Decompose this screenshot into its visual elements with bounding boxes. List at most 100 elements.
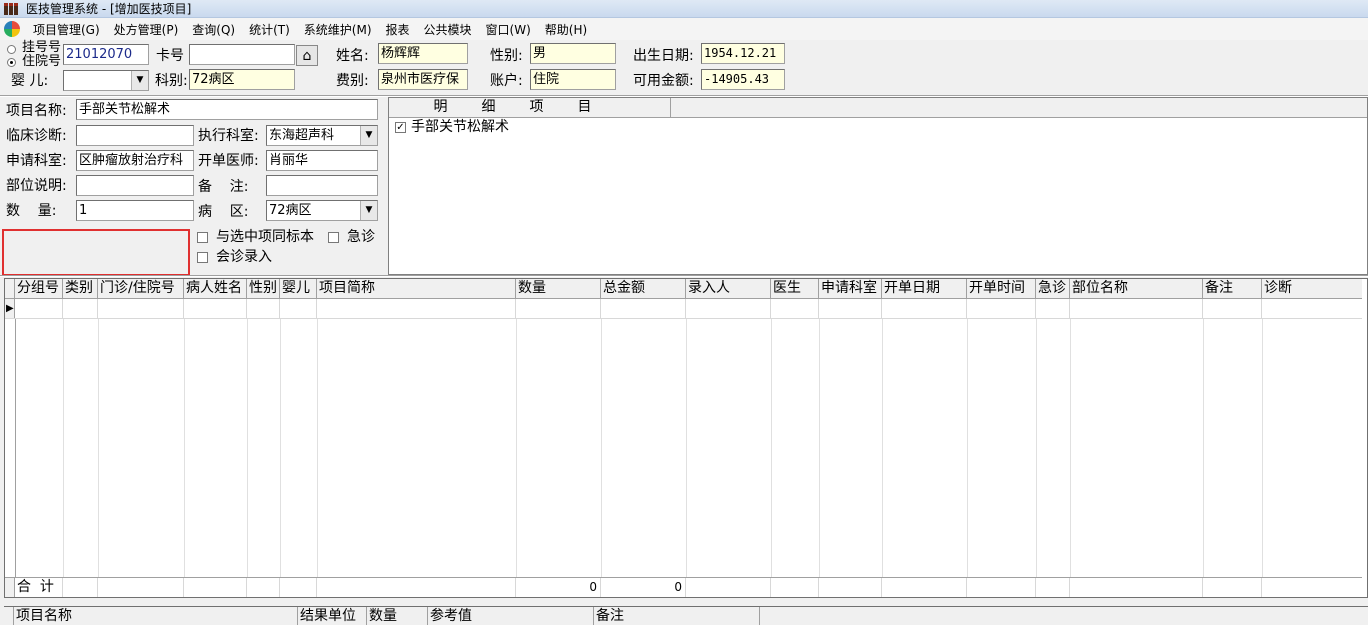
emergency-checkbox[interactable] xyxy=(328,232,339,243)
fee-label: 费别: xyxy=(336,73,369,89)
grid-guide xyxy=(601,319,602,577)
menu-item-public[interactable]: 公共模块 xyxy=(417,21,479,38)
mid-divider xyxy=(0,275,1368,277)
baby-select[interactable]: ▼ xyxy=(63,70,149,91)
birth-label: 出生日期: xyxy=(633,48,694,64)
column-header[interactable]: 项目简称 xyxy=(317,279,516,298)
gender-field: 男 xyxy=(530,43,616,64)
column-header[interactable]: 婴儿 xyxy=(280,279,317,298)
exec-dept-value: 东海超声科 xyxy=(269,128,335,143)
fee-field: 泉州市医疗保 xyxy=(378,69,468,90)
row-indicator-header xyxy=(5,279,15,298)
column-header[interactable]: 诊断 xyxy=(1262,279,1362,298)
column-header[interactable]: 分组号 xyxy=(15,279,63,298)
column-header[interactable]: 门诊/住院号 xyxy=(98,279,184,298)
menu-item-prescription[interactable]: 处方管理(P) xyxy=(107,21,186,38)
detail-header: 明细项目 xyxy=(389,98,1367,118)
same-sample-checkbox[interactable] xyxy=(197,232,208,243)
exec-dept-select[interactable]: 东海超声科 ▼ xyxy=(266,125,378,146)
menu-item-stats[interactable]: 统计(T) xyxy=(242,21,297,38)
apply-dept-label: 申请科室: xyxy=(6,153,67,169)
detail-items-panel[interactable]: 明细项目 ✓ 手部关节松解术 xyxy=(388,97,1368,275)
menu-item-query[interactable]: 查询(Q) xyxy=(185,21,242,38)
column-header[interactable]: 结果单位 xyxy=(298,607,367,625)
menu-item-system[interactable]: 系统维护(M) xyxy=(297,21,379,38)
column-header[interactable]: 数量 xyxy=(367,607,428,625)
menu-item-report[interactable]: 报表 xyxy=(379,21,417,38)
column-header[interactable]: 备注 xyxy=(594,607,760,625)
column-header[interactable]: 部位名称 xyxy=(1070,279,1203,298)
qty-label: 数 量: xyxy=(6,203,57,219)
ward-select[interactable]: 72病区 ▼ xyxy=(266,200,378,221)
column-header[interactable]: 总金额 xyxy=(601,279,686,298)
grid-guide xyxy=(63,319,64,577)
window-titlebar: 医技管理系统 - [增加医技项目] xyxy=(0,0,1368,18)
qty-field[interactable]: 1 xyxy=(76,200,194,221)
diagnosis-field[interactable] xyxy=(76,125,194,146)
grid-guide xyxy=(247,319,248,577)
grid-guide xyxy=(1036,319,1037,577)
column-header[interactable]: 病人姓名 xyxy=(184,279,247,298)
chevron-down-icon[interactable]: ▼ xyxy=(360,126,377,145)
grid-guide xyxy=(15,319,16,577)
app-logo-icon xyxy=(4,21,20,37)
site-field[interactable] xyxy=(76,175,194,196)
result-grid[interactable]: 项目名称 结果单位 数量 参考值 备注 xyxy=(4,606,1368,625)
column-header[interactable]: 开单日期 xyxy=(882,279,967,298)
exec-dept-label: 执行科室: xyxy=(198,128,259,144)
list-item[interactable]: ✓ 手部关节松解术 xyxy=(389,118,1367,137)
column-header[interactable]: 急诊 xyxy=(1036,279,1070,298)
name-label: 姓名: xyxy=(336,48,369,64)
card-label: 卡号 xyxy=(156,48,184,64)
grid-guide xyxy=(184,319,185,577)
grid-guide xyxy=(98,319,99,577)
menu-item-help[interactable]: 帮助(H) xyxy=(538,21,594,38)
item-name-field[interactable]: 手部关节松解术 xyxy=(76,99,378,120)
emergency-label: 急诊 xyxy=(347,229,375,245)
item-name-label: 项目名称: xyxy=(6,103,67,119)
remark-field[interactable] xyxy=(266,175,378,196)
doctor-field[interactable]: 肖丽华 xyxy=(266,150,378,171)
dept-label: 科别: xyxy=(155,73,188,89)
card-reader-button[interactable]: ⌂ xyxy=(296,45,318,66)
column-header[interactable]: 参考值 xyxy=(428,607,594,625)
chevron-down-icon[interactable]: ▼ xyxy=(131,71,148,90)
chevron-down-icon[interactable]: ▼ xyxy=(360,201,377,220)
detail-item-checkbox[interactable]: ✓ xyxy=(395,122,406,133)
inpatient-no-field[interactable]: 21012070 xyxy=(63,44,149,65)
reg-no-radio[interactable] xyxy=(7,45,16,54)
app-icon xyxy=(4,2,18,15)
grid-guide xyxy=(882,319,883,577)
diagnosis-label: 临床诊断: xyxy=(6,128,67,144)
total-qty: 0 xyxy=(516,578,601,597)
result-grid-header: 项目名称 结果单位 数量 参考值 备注 xyxy=(4,607,1368,625)
detail-item-label: 手部关节松解术 xyxy=(411,119,509,135)
order-grid[interactable]: 分组号 类别 门诊/住院号 病人姓名 性别 婴儿 项目简称 数量 总金额 录入人… xyxy=(4,278,1368,598)
apply-dept-field[interactable]: 区肿瘤放射治疗科 xyxy=(76,150,194,171)
column-header[interactable]: 项目名称 xyxy=(14,607,298,625)
column-header[interactable]: 类别 xyxy=(63,279,98,298)
column-header[interactable]: 录入人 xyxy=(686,279,771,298)
grid-guide xyxy=(686,319,687,577)
total-amount: 0 xyxy=(601,578,686,597)
grid-guide xyxy=(1262,319,1263,577)
account-label: 账户: xyxy=(490,73,523,89)
column-header[interactable]: 医生 xyxy=(771,279,819,298)
column-header[interactable]: 性别 xyxy=(247,279,280,298)
column-header[interactable]: 备注 xyxy=(1203,279,1262,298)
inpatient-no-radio[interactable] xyxy=(7,58,16,67)
menu-item-window[interactable]: 窗口(W) xyxy=(479,21,538,38)
grid-guide xyxy=(317,319,318,577)
detail-header-title: 明细项目 xyxy=(389,98,671,117)
column-header[interactable]: 开单时间 xyxy=(967,279,1036,298)
column-header[interactable]: 数量 xyxy=(516,279,601,298)
same-sample-label: 与选中项同标本 xyxy=(216,229,314,245)
consult-checkbox[interactable] xyxy=(197,252,208,263)
inpatient-no-label: 住院号 xyxy=(22,54,62,69)
menu-item-project[interactable]: 项目管理(G) xyxy=(26,21,107,38)
grid-guide xyxy=(819,319,820,577)
card-no-field[interactable] xyxy=(189,44,295,65)
window-title: 医技管理系统 - [增加医技项目] xyxy=(26,2,192,16)
column-header[interactable]: 申请科室 xyxy=(819,279,882,298)
table-row[interactable]: ▶ xyxy=(5,299,1362,319)
